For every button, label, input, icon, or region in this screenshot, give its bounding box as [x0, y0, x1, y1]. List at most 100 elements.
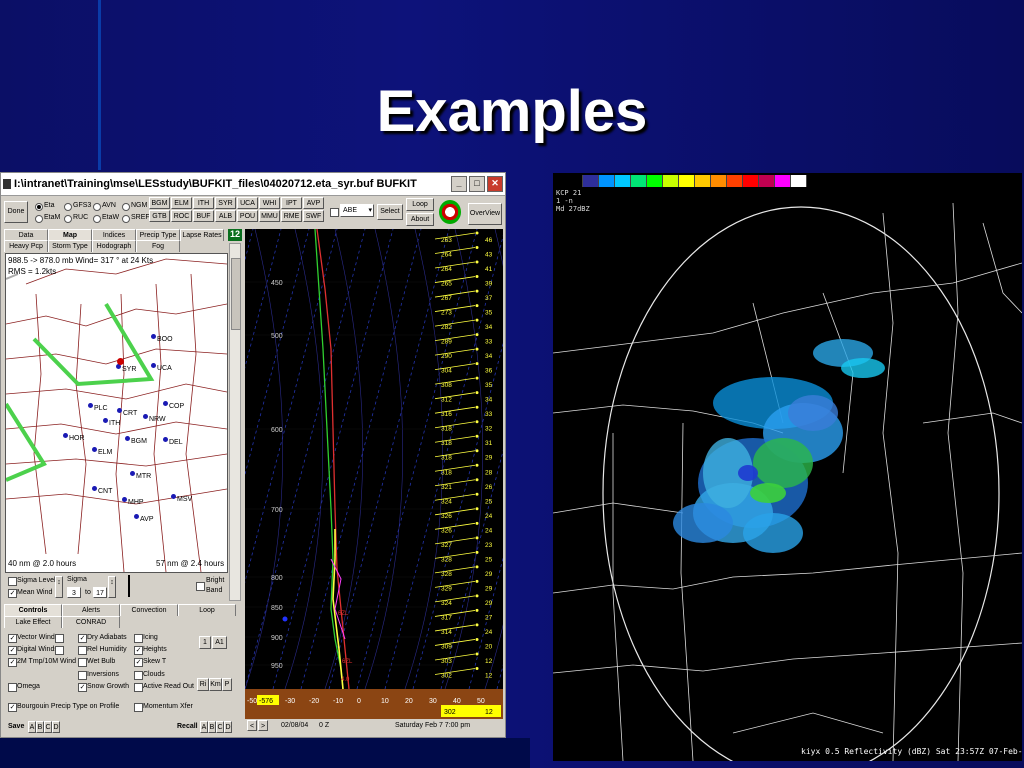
- model-radio-etam[interactable]: [35, 215, 43, 223]
- vector-winds-swatch[interactable]: [55, 634, 64, 643]
- p-button[interactable]: P: [222, 678, 232, 691]
- model-radio-etaw[interactable]: [93, 215, 101, 223]
- storm-motion-map[interactable]: BOO UCA SYR COP PLC CRT NRW ITH HOR BGM DEL ELM MTR C…: [5, 253, 228, 573]
- option-checkbox-c3-0[interactable]: [134, 634, 143, 643]
- model-radio-sref[interactable]: [122, 215, 130, 223]
- sigma-level-checkbox[interactable]: [8, 577, 17, 586]
- station-button-whi[interactable]: WHI: [259, 197, 280, 209]
- pressure-label: 900: [271, 635, 283, 642]
- station-button-syr[interactable]: SYR: [215, 197, 236, 209]
- sigma-to-stepper[interactable]: ↕: [108, 576, 116, 598]
- tab-loop[interactable]: Loop: [178, 604, 236, 616]
- option-checkbox-0[interactable]: ✓: [8, 634, 17, 643]
- tab-fog[interactable]: Fog: [136, 240, 180, 252]
- model-radio-ngm[interactable]: [122, 203, 130, 211]
- sigma-from-input[interactable]: 3: [67, 587, 81, 598]
- tab-controls[interactable]: Controls: [4, 604, 62, 616]
- legend-swatch: [695, 175, 711, 187]
- option-checkbox-3[interactable]: [8, 683, 17, 692]
- station-checkbox[interactable]: [330, 208, 339, 217]
- skewt-panel[interactable]: 450 500 600 700 800 850 900 950 6ZL 6ZL 4.0 -50 -30-…: [245, 229, 503, 719]
- station-button-avp[interactable]: AVP: [303, 197, 324, 209]
- save-slot-c[interactable]: C: [44, 721, 52, 733]
- save-slot-a[interactable]: A: [28, 721, 36, 733]
- station-button-gtb[interactable]: GTB: [149, 210, 170, 222]
- option-label-skew-t: Skew T: [143, 658, 167, 665]
- model-radio-gfs3[interactable]: [64, 203, 72, 211]
- wind-speed-label: 35: [485, 310, 493, 317]
- model-label-ngm: NGM: [131, 202, 148, 209]
- loop-button[interactable]: Loop: [406, 198, 434, 211]
- level-1-button[interactable]: 1: [199, 636, 211, 649]
- option-checkbox-c3-3[interactable]: [134, 671, 143, 680]
- station-button-bgm[interactable]: BGM: [149, 197, 170, 209]
- option-checkbox-c3-1[interactable]: ✓: [134, 646, 143, 655]
- station-button-uca[interactable]: UCA: [237, 197, 258, 209]
- about-button[interactable]: About: [406, 213, 434, 226]
- map-scrollbar[interactable]: [229, 243, 241, 601]
- station-button-ipt[interactable]: IPT: [281, 197, 302, 209]
- option-checkbox-c3-2[interactable]: ✓: [134, 658, 143, 667]
- mean-wind-checkbox[interactable]: ✓: [8, 589, 17, 598]
- select-button[interactable]: Select: [377, 204, 403, 220]
- option-checkbox-c2-2[interactable]: [78, 658, 87, 667]
- a1-button[interactable]: A1: [212, 636, 227, 649]
- minimize-icon[interactable]: _: [451, 176, 467, 192]
- recall-slot-b[interactable]: B: [208, 721, 216, 733]
- wind-barb-dot: [475, 565, 479, 569]
- tab-conrad[interactable]: CONRAD: [62, 616, 120, 628]
- option-checkbox-c2-3[interactable]: [78, 671, 87, 680]
- station-button-alb[interactable]: ALB: [215, 210, 236, 222]
- scroll-thumb[interactable]: [231, 258, 241, 330]
- sigma-from-stepper[interactable]: ↕: [55, 576, 63, 598]
- maximize-icon[interactable]: □: [469, 176, 485, 192]
- station-button-rme[interactable]: RME: [281, 210, 302, 222]
- station-button-elm[interactable]: ELM: [171, 197, 192, 209]
- recall-slot-d[interactable]: D: [224, 721, 232, 733]
- legend-swatch: [567, 175, 583, 187]
- prev-time-icon[interactable]: <: [247, 720, 257, 731]
- save-slot-b[interactable]: B: [36, 721, 44, 733]
- done-button[interactable]: Done: [4, 201, 28, 223]
- save-slot-d[interactable]: D: [52, 721, 60, 733]
- tab-convection[interactable]: Convection: [120, 604, 178, 616]
- hour-badge: 12: [228, 229, 242, 241]
- option-checkbox-4[interactable]: ✓: [8, 703, 17, 712]
- digital-winds-swatch[interactable]: [55, 646, 64, 655]
- sigma-to-input[interactable]: 17: [93, 587, 107, 598]
- option-checkbox-c2-0[interactable]: ✓: [78, 634, 87, 643]
- option-checkbox-c3-5[interactable]: [134, 703, 143, 712]
- tab-lake-effect[interactable]: Lake Effect: [4, 616, 62, 628]
- close-icon[interactable]: ✕: [487, 176, 503, 192]
- station-button-ith[interactable]: ITH: [193, 197, 214, 209]
- legend-swatch: [663, 175, 679, 187]
- tab-alerts[interactable]: Alerts: [62, 604, 120, 616]
- tab-hodograph[interactable]: Hodograph: [92, 240, 136, 252]
- recall-slot-c[interactable]: C: [216, 721, 224, 733]
- tab-heavy-pcp[interactable]: Heavy Pcp: [4, 240, 48, 252]
- model-radio-ruc[interactable]: [64, 215, 72, 223]
- option-checkbox-2[interactable]: ✓: [8, 658, 17, 667]
- tab-lapse-rates[interactable]: Lapse Rates: [180, 229, 224, 241]
- ri-button[interactable]: Ri: [197, 678, 209, 691]
- station-button-pou[interactable]: POU: [237, 210, 258, 222]
- option-checkbox-c3-4[interactable]: [134, 683, 143, 692]
- station-select[interactable]: ABE ▾: [340, 204, 374, 217]
- station-button-swf[interactable]: SWF: [303, 210, 324, 222]
- station-button-roc[interactable]: ROC: [171, 210, 192, 222]
- option-checkbox-1[interactable]: ✓: [8, 646, 17, 655]
- option-checkbox-c2-1[interactable]: [78, 646, 87, 655]
- recall-slot-a[interactable]: A: [200, 721, 208, 733]
- model-radio-avn[interactable]: [93, 203, 101, 211]
- bright-band-checkbox[interactable]: [196, 582, 205, 591]
- model-radio-eta[interactable]: [35, 203, 43, 211]
- overview-button[interactable]: OverView: [468, 203, 502, 225]
- station-button-buf[interactable]: BUF: [193, 210, 214, 222]
- km-button[interactable]: Km: [209, 678, 222, 691]
- skewt-scroll-row[interactable]: < > 02/08/04 0 Z Saturday Feb 7 7:00 pm: [245, 719, 503, 733]
- next-time-icon[interactable]: >: [258, 720, 268, 731]
- model-label-avn: AVN: [102, 202, 116, 209]
- tab-storm-type[interactable]: Storm Type: [48, 240, 92, 252]
- option-checkbox-c2-4[interactable]: ✓: [78, 683, 87, 692]
- station-button-mmu[interactable]: MMU: [259, 210, 280, 222]
